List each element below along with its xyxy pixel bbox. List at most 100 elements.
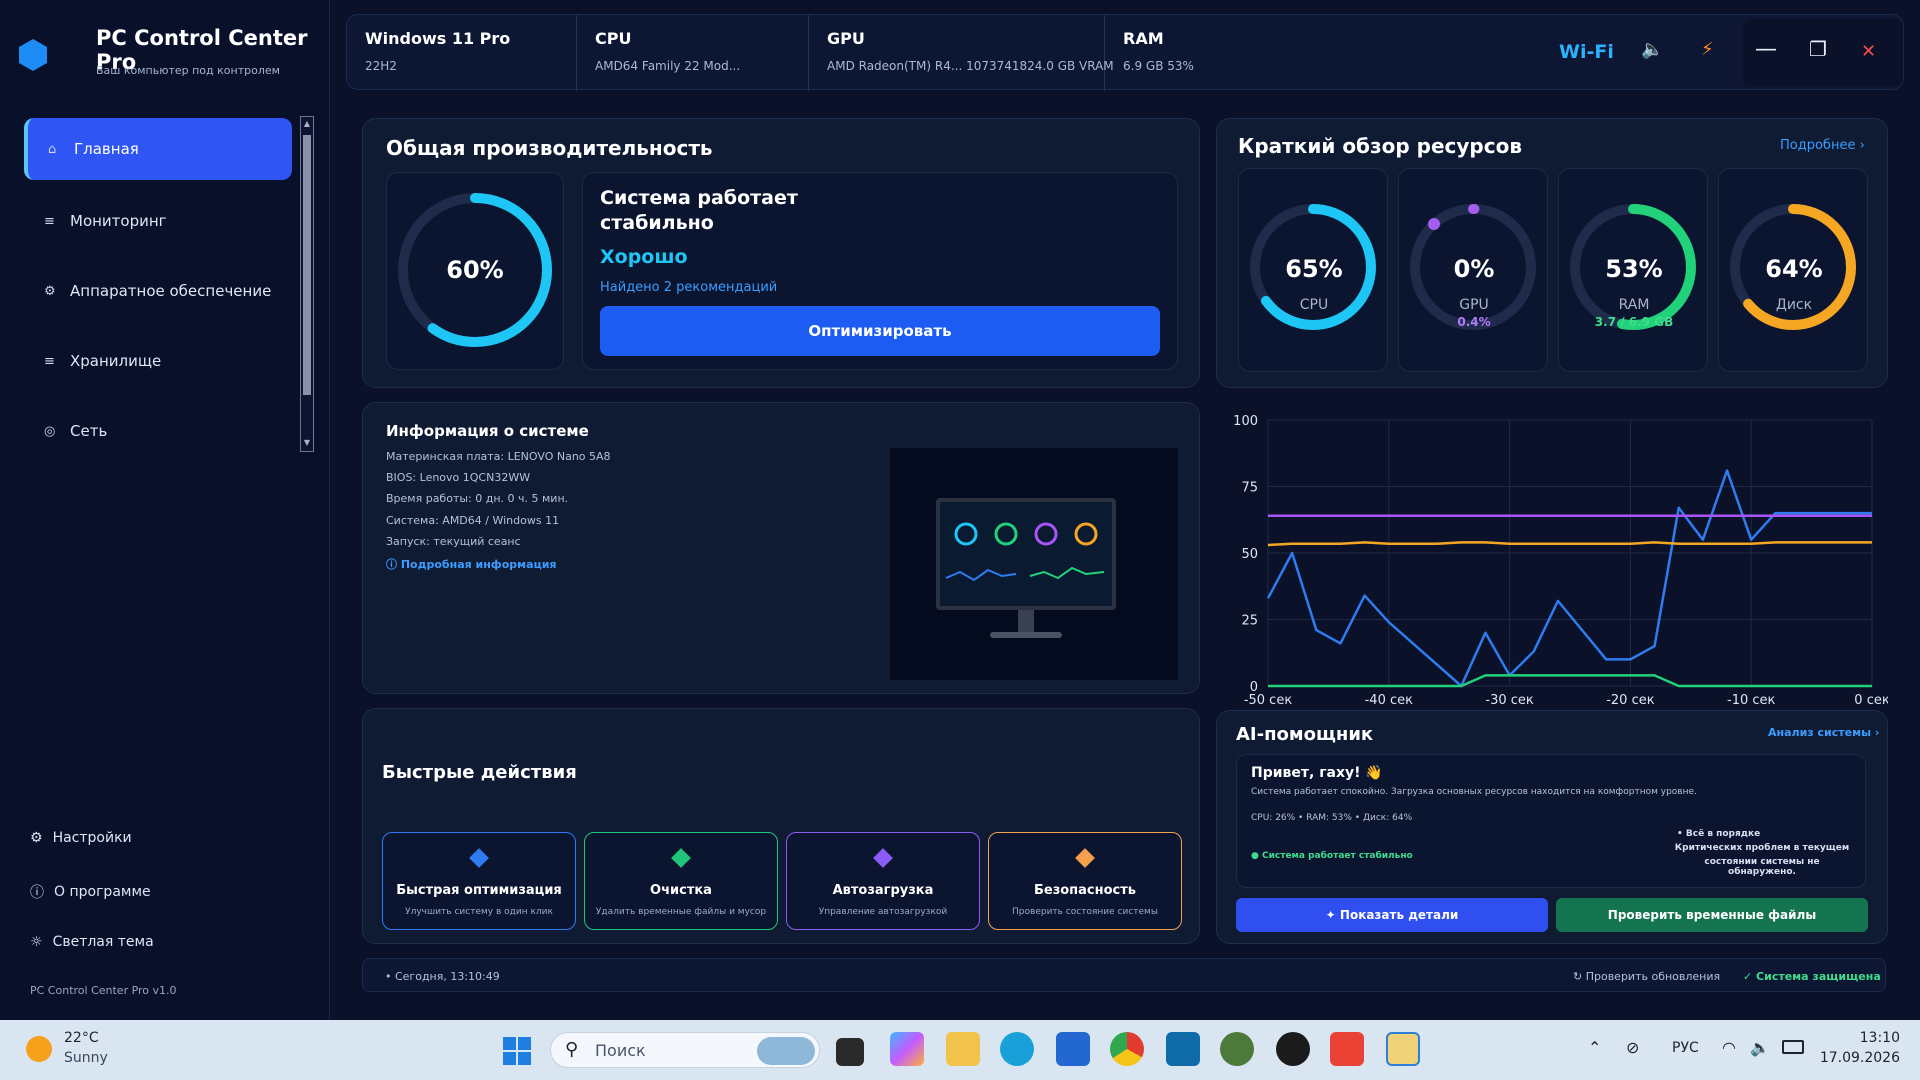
chatgpt-icon[interactable] <box>1276 1032 1310 1066</box>
diamond-icon <box>671 848 691 868</box>
system-topbar: Windows 11 Pro 22H2 CPU AMD64 Family 22 … <box>346 14 1904 91</box>
minimize-button[interactable]: — <box>1755 37 1777 62</box>
show-details-button[interactable]: ✦ Показать детали <box>1236 898 1548 932</box>
store-icon[interactable] <box>1056 1032 1090 1066</box>
gmail-icon[interactable] <box>1330 1032 1364 1066</box>
clock-time[interactable]: 13:10 <box>1822 1030 1900 1046</box>
ram-usage-value: 53% <box>1605 255 1663 283</box>
os-info: Windows 11 Pro 22H2 <box>347 15 577 91</box>
windows-start-icon[interactable] <box>502 1036 532 1066</box>
search-highlight-image <box>757 1037 815 1065</box>
about-link[interactable]: ⓘ О программе <box>30 882 151 902</box>
os-arch-info: Система: AMD64 / Windows 11 <box>386 514 560 527</box>
chrome-icon[interactable] <box>1110 1032 1144 1066</box>
last-update-time: • Сегодня, 13:10:49 <box>385 970 500 983</box>
sidebar-scrollbar[interactable]: ▲ ▼ <box>300 116 314 452</box>
diamond-icon <box>873 848 893 868</box>
close-button[interactable]: ✕ <box>1861 41 1876 62</box>
gpu-info: GPU AMD Radeon(TM) R4... 1073741824.0 GB… <box>809 15 1114 91</box>
list-icon: ≡ <box>44 213 55 229</box>
sidebar-item-monitoring[interactable]: ≡ Мониторинг <box>24 190 292 252</box>
sidebar-item-label: Хранилище <box>70 352 162 370</box>
file-explorer-icon[interactable] <box>946 1032 980 1066</box>
language-indicator[interactable]: РУС <box>1672 1040 1699 1056</box>
chart-x-tick-label: -40 сек <box>1365 693 1414 708</box>
task-view-icon[interactable] <box>836 1038 864 1066</box>
cpu-title: CPU <box>595 29 632 48</box>
chart-series-line-0 <box>1266 469 1872 688</box>
settings-link[interactable]: ⚙ Настройки <box>30 830 132 846</box>
recommendations-link[interactable]: Найдено 2 рекомендаций <box>600 280 777 295</box>
ai-stats: CPU: 26% • RAM: 53% • Диск: 64% <box>1251 813 1413 823</box>
light-theme-toggle[interactable]: ☼ Светлая тема <box>30 934 154 950</box>
sidebar-item-home[interactable]: ⌂ Главная <box>24 118 292 180</box>
sun-icon: ☼ <box>30 934 43 950</box>
sidebar-item-hardware[interactable]: ⚙ Аппаратное обеспечение <box>24 260 292 322</box>
monitor-illustration <box>890 448 1178 680</box>
motherboard-info: Материнская плата: LENOVO Nano 5A8 <box>386 450 611 463</box>
analysis-link[interactable]: Анализ системы › <box>1768 726 1879 739</box>
details-link[interactable]: ⓘ Подробная информация <box>386 556 557 572</box>
gear-icon: ⚙ <box>30 830 43 846</box>
network-off-icon[interactable]: ⊘ <box>1626 1038 1639 1057</box>
gear-icon: ⚙ <box>44 283 56 299</box>
edge-icon[interactable] <box>1000 1032 1034 1066</box>
light-theme-label: Светлая тема <box>52 934 154 950</box>
sidebar-item-storage[interactable]: ≡ Хранилище <box>24 330 292 392</box>
ram-usage-extra: 3.7 / 6.9 GB <box>1594 315 1674 329</box>
maximize-button[interactable]: ❐ <box>1809 37 1827 61</box>
scrollbar-thumb[interactable] <box>303 135 311 395</box>
session-info: Запуск: текущий сеанс <box>386 535 521 548</box>
sidebar: PC Control Center Pro Ваш компьютер под … <box>0 0 330 1020</box>
check-temp-files-button[interactable]: Проверить временные файлы <box>1556 898 1868 932</box>
cpu-usage-value: 65% <box>1285 255 1343 283</box>
taskbar-search[interactable]: ⚲ Поиск <box>550 1032 820 1068</box>
gpu-usage-label: GPU <box>1459 297 1489 313</box>
scroll-down-icon[interactable]: ▼ <box>302 437 312 449</box>
os-title: Windows 11 Pro <box>365 29 511 48</box>
clock-date[interactable]: 17.09.2026 <box>1800 1050 1900 1066</box>
cleanup-button[interactable]: Очистка Удалить временные файлы и мусор <box>584 832 778 930</box>
scroll-up-icon[interactable]: ▲ <box>302 118 312 130</box>
copilot-icon[interactable] <box>890 1032 924 1066</box>
chart-x-tick-label: -30 сек <box>1485 693 1534 708</box>
weather-sun-icon[interactable] <box>26 1036 52 1062</box>
volume-icon[interactable]: 🔈 <box>1641 39 1663 60</box>
resources-title: Краткий обзор ресурсов <box>1238 134 1523 158</box>
sidebar-item-network[interactable]: ◎ Сеть <box>24 400 292 462</box>
resources-more-link[interactable]: Подробнее › <box>1780 138 1865 153</box>
wifi-icon[interactable]: ◠ <box>1722 1038 1736 1057</box>
chevron-up-icon[interactable]: ⌃ <box>1588 1038 1601 1057</box>
quick-action-subtitle: Улучшить систему в один клик <box>405 907 553 917</box>
storage-icon: ≡ <box>44 353 55 369</box>
bios-info: BIOS: Lenovo 1QCN32WW <box>386 471 531 484</box>
protection-status: ✓ Система защищена <box>1743 970 1881 983</box>
quick-optimize-button[interactable]: Быстрая оптимизация Улучшить систему в о… <box>382 832 576 930</box>
diamond-icon <box>469 848 489 868</box>
chart-x-tick-label: 0 сек <box>1854 693 1888 708</box>
disk-usage-label: Диск <box>1775 297 1813 313</box>
optimize-button[interactable]: Оптимизировать <box>600 306 1160 356</box>
ai-greeting: Привет, гаху! 👋 <box>1251 765 1383 781</box>
resource-card-disk: 64% Диск <box>1718 168 1868 372</box>
autostart-button[interactable]: Автозагрузка Управление автозагрузкой <box>786 832 980 930</box>
network-icon: ◎ <box>44 423 56 439</box>
power-icon[interactable]: ⚡ <box>1701 39 1714 60</box>
weather-temp[interactable]: 22°C <box>64 1030 99 1046</box>
chart-y-tick-label: 75 <box>1241 481 1258 496</box>
weather-desc[interactable]: Sunny <box>64 1050 108 1066</box>
chart-y-tick-label: 100 <box>1233 414 1258 429</box>
os-version: 22H2 <box>365 59 397 73</box>
remote-app-icon[interactable] <box>1166 1032 1200 1066</box>
ai-ok-text-1: Критических проблем в текущем <box>1674 843 1850 853</box>
speaker-icon[interactable]: 🔈 <box>1750 1038 1770 1057</box>
wifi-status[interactable]: Wi-Fi <box>1559 41 1614 63</box>
gpu-usage-value: 0% <box>1453 255 1495 283</box>
security-button[interactable]: Безопасность Проверить состояние системы <box>988 832 1182 930</box>
uptime-info: Время работы: 0 дн. 0 ч. 5 мин. <box>386 492 569 505</box>
settings-app-icon[interactable] <box>1220 1032 1254 1066</box>
ram-title: RAM <box>1123 29 1164 48</box>
active-app-icon[interactable] <box>1386 1032 1420 1066</box>
status-bar: • Сегодня, 13:10:49 ↻ Проверить обновлен… <box>362 958 1886 992</box>
check-updates-link[interactable]: ↻ Проверить обновления <box>1573 970 1720 983</box>
